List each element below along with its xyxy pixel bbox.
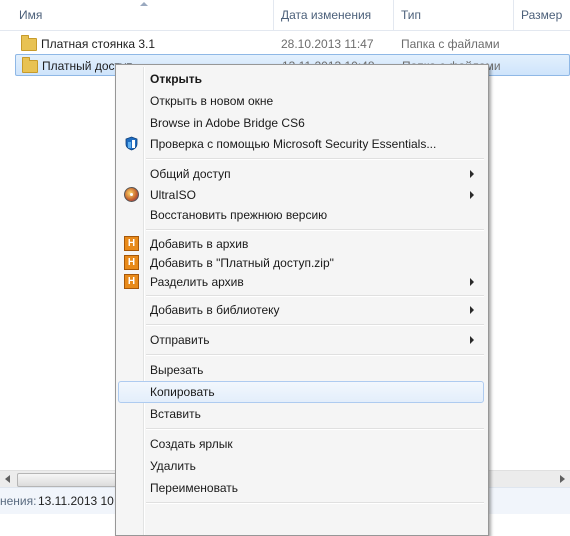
submenu-arrow-icon: [470, 191, 474, 199]
file-name: Платная стоянка 3.1: [41, 37, 156, 51]
menu-item-rename[interactable]: Переименовать: [118, 477, 484, 499]
menu-item-delete[interactable]: Удалить: [118, 455, 484, 477]
menu-item-create-shortcut[interactable]: Создать ярлык: [118, 433, 484, 455]
menu-item-copy[interactable]: Копировать: [118, 381, 484, 403]
ultraiso-disc-icon: [124, 187, 139, 202]
submenu-arrow-icon: [470, 306, 474, 314]
file-type: Папка с файлами: [401, 37, 500, 51]
menu-item-split-archive[interactable]: H Разделить архив: [118, 271, 484, 293]
menu-item-label: Открыть в новом окне: [150, 94, 274, 108]
menu-item-label: Добавить в библиотеку: [150, 303, 280, 317]
scroll-right-icon[interactable]: [560, 475, 565, 483]
menu-item-label: Общий доступ: [150, 167, 231, 181]
menu-separator: [146, 158, 484, 160]
context-menu: Открыть Открыть в новом окне Browse in A…: [115, 64, 489, 536]
scroll-left-icon[interactable]: [5, 475, 10, 483]
winrar-archive-icon: H: [124, 255, 139, 270]
column-divider[interactable]: [273, 0, 274, 30]
menu-item-paste[interactable]: Вставить: [118, 403, 484, 425]
menu-separator: [146, 502, 484, 504]
menu-item-label: Вставить: [150, 407, 201, 421]
menu-item-security-scan[interactable]: Проверка с помощью Microsoft Security Es…: [118, 133, 484, 155]
menu-item-label: Вырезать: [150, 363, 204, 377]
scrollbar-thumb[interactable]: [17, 473, 119, 487]
menu-separator: [146, 295, 484, 297]
menu-item-adobe-bridge[interactable]: Browse in Adobe Bridge CS6: [118, 112, 484, 134]
column-name-header[interactable]: Имя: [19, 0, 42, 30]
menu-item-label: Проверка с помощью Microsoft Security Es…: [150, 137, 437, 151]
menu-item-label: Удалить: [150, 459, 196, 473]
menu-item-label: Создать ярлык: [150, 437, 233, 451]
submenu-arrow-icon: [470, 278, 474, 286]
menu-item-ultraiso[interactable]: UltraISO: [118, 184, 484, 206]
winrar-archive-icon: H: [124, 274, 139, 289]
file-row[interactable]: Платная стоянка 3.1 28.10.2013 11:47 Пап…: [15, 33, 570, 55]
menu-item-sharing[interactable]: Общий доступ: [118, 163, 484, 185]
column-header: Имя Дата изменения Тип Размер: [0, 0, 570, 31]
menu-item-open[interactable]: Открыть: [118, 68, 484, 90]
menu-separator: [146, 229, 484, 231]
status-label: нения:: [0, 494, 37, 508]
column-date-header[interactable]: Дата изменения: [281, 0, 371, 30]
column-type-header[interactable]: Тип: [401, 0, 421, 30]
menu-item-label: Восстановить прежнюю версию: [150, 208, 328, 222]
menu-item-label: Отправить: [150, 333, 210, 347]
menu-item-add-to-library[interactable]: Добавить в библиотеку: [118, 299, 484, 321]
menu-item-label: Переименовать: [150, 481, 238, 495]
winrar-archive-icon: H: [124, 236, 139, 251]
menu-item-send-to[interactable]: Отправить: [118, 329, 484, 351]
menu-item-label: Копировать: [150, 385, 215, 399]
menu-item-label: Browse in Adobe Bridge CS6: [150, 116, 305, 130]
menu-item-cut[interactable]: Вырезать: [118, 359, 484, 381]
menu-separator: [146, 324, 484, 326]
column-divider[interactable]: [513, 0, 514, 30]
submenu-arrow-icon: [470, 170, 474, 178]
menu-separator: [146, 428, 484, 430]
file-date: 28.10.2013 11:47: [281, 37, 374, 51]
column-size-header[interactable]: Размер: [521, 0, 562, 30]
menu-item-label: Открыть: [150, 72, 203, 86]
sort-ascending-icon: [140, 2, 148, 6]
submenu-arrow-icon: [470, 336, 474, 344]
menu-item-restore-previous[interactable]: Восстановить прежнюю версию: [118, 204, 484, 226]
menu-separator: [146, 354, 484, 356]
column-divider[interactable]: [393, 0, 394, 30]
menu-item-open-new-window[interactable]: Открыть в новом окне: [118, 90, 484, 112]
menu-item-label: UltraISO: [150, 188, 197, 202]
folder-icon: [21, 35, 37, 51]
mse-shield-icon: [125, 136, 138, 151]
folder-icon: [22, 57, 38, 73]
menu-item-label: Разделить архив: [150, 275, 244, 289]
